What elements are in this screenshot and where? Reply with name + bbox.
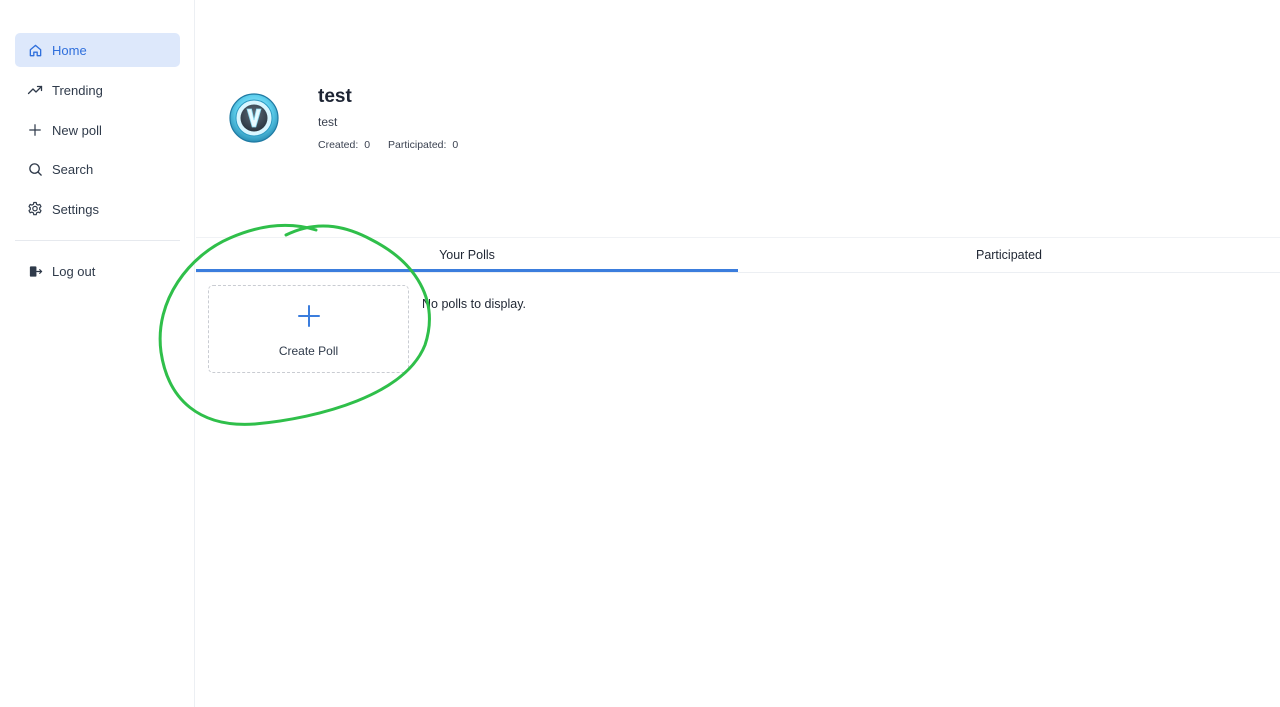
active-tab-indicator xyxy=(196,269,738,272)
home-icon xyxy=(27,42,43,58)
participated-label: Participated: xyxy=(388,139,447,151)
tab-your-polls[interactable]: Your Polls xyxy=(196,238,738,272)
create-poll-card[interactable]: Create Poll xyxy=(208,285,409,373)
created-count: 0 xyxy=(364,139,371,151)
participated-count: 0 xyxy=(452,139,459,151)
sidebar-item-label: Log out xyxy=(52,263,96,279)
trending-icon xyxy=(27,82,43,98)
create-poll-label: Create Poll xyxy=(278,344,339,358)
sidebar-item-label: Home xyxy=(52,42,87,58)
search-icon xyxy=(27,161,43,177)
profile-handle: test xyxy=(318,115,338,129)
sidebar-item-logout[interactable]: Log out xyxy=(15,254,180,288)
sidebar-item-label: Settings xyxy=(52,201,99,217)
sidebar-item-search[interactable]: Search xyxy=(15,152,180,186)
participated-stat: Participated: 0 xyxy=(388,139,458,151)
logout-icon xyxy=(27,263,43,279)
tab-participated[interactable]: Participated xyxy=(738,238,1280,272)
profile-name: test xyxy=(318,86,352,107)
sidebar-item-home[interactable]: Home xyxy=(15,33,180,67)
created-stat: Created: 0 xyxy=(318,139,370,151)
sidebar-item-label: Trending xyxy=(52,82,103,98)
sidebar-item-trending[interactable]: Trending xyxy=(15,73,180,107)
tabs-bar: Your Polls Participated xyxy=(196,237,1280,273)
plus-icon xyxy=(27,122,43,138)
avatar xyxy=(228,92,280,144)
gear-icon xyxy=(27,201,43,217)
sidebar-item-new-poll[interactable]: New poll xyxy=(15,113,180,147)
sidebar-divider xyxy=(15,240,180,241)
sidebar-item-label: New poll xyxy=(52,122,102,138)
empty-state-message: No polls to display. xyxy=(422,297,526,311)
created-label: Created: xyxy=(318,139,359,151)
plus-icon xyxy=(297,304,321,328)
app-root: Home Trending New poll Search Settings L… xyxy=(0,0,1280,707)
sidebar: Home Trending New poll Search Settings L… xyxy=(0,0,195,707)
sidebar-item-label: Search xyxy=(52,161,94,177)
sidebar-item-settings[interactable]: Settings xyxy=(15,192,180,226)
profile-stats: Created: 0 Participated: 0 xyxy=(318,139,458,151)
